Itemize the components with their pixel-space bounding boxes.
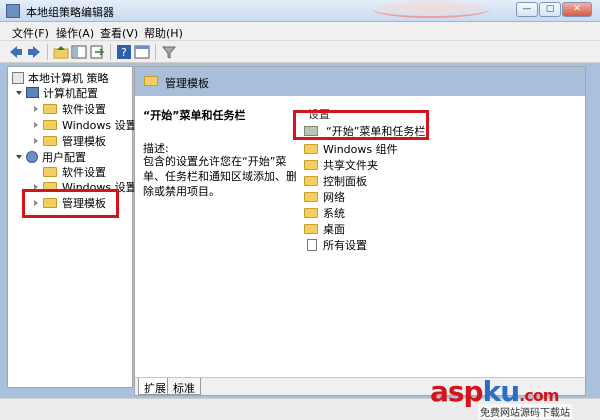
list-item-label: 共享文件夹 [323, 159, 378, 172]
tree-computer-software[interactable]: 软件设置 [34, 103, 106, 117]
expand-right-icon [34, 169, 38, 175]
folder-icon [144, 76, 158, 86]
list-item-all-settings[interactable]: 所有设置 [307, 239, 367, 253]
list-item-system[interactable]: 系统 [304, 207, 345, 221]
expand-right-icon[interactable] [34, 122, 38, 128]
section-header: 管理模板 [135, 67, 585, 96]
filter-icon[interactable] [161, 44, 177, 60]
tree-user-software[interactable]: 软件设置 [34, 166, 106, 180]
computer-icon [26, 87, 39, 98]
properties-icon[interactable] [134, 44, 150, 60]
watermark-asp: asp [430, 375, 484, 408]
highlight-box-user-admin-templates [22, 189, 119, 218]
tree-computer-config-label: 计算机配置 [43, 87, 98, 100]
toolbar-separator [110, 44, 111, 60]
folder-icon [304, 160, 318, 170]
expand-right-icon[interactable] [34, 106, 38, 112]
list-item-windows-components[interactable]: Windows 组件 [304, 143, 398, 157]
tree-user-config-label: 用户配置 [42, 151, 86, 164]
back-icon[interactable] [8, 44, 24, 60]
tree-item-label: 软件设置 [62, 103, 106, 116]
list-item-control-panel[interactable]: 控制面板 [304, 175, 367, 189]
watermark-subtitle: 免费网站源码下载站 [478, 404, 572, 419]
list-item-label: 控制面板 [323, 175, 367, 188]
menu-file[interactable]: 文件(F) [12, 25, 49, 41]
export-list-icon[interactable] [89, 44, 105, 60]
menu-help[interactable]: 帮助(H) [144, 25, 183, 41]
show-hide-tree-icon[interactable] [71, 44, 87, 60]
highlight-box-start-menu [293, 110, 429, 140]
menu-bar: 文件(F) 操作(A) 查看(V) 帮助(H) [0, 22, 600, 41]
tree-item-label: Windows 设置 [62, 119, 137, 132]
expand-down-icon[interactable] [16, 91, 22, 95]
tree-user-config[interactable]: 用户配置 [16, 151, 86, 165]
list-item-shared-folders[interactable]: 共享文件夹 [304, 159, 378, 173]
toolbar-separator [47, 44, 48, 60]
section-title: 管理模板 [165, 77, 209, 90]
help-icon[interactable]: ? [116, 44, 132, 60]
folder-icon [43, 104, 57, 114]
list-item-label: Windows 组件 [323, 143, 398, 156]
folder-icon [304, 192, 318, 202]
menu-view[interactable]: 查看(V) [100, 25, 138, 41]
list-item-label: 所有设置 [323, 239, 367, 252]
folder-icon [304, 144, 318, 154]
minimize-button[interactable]: — [516, 2, 538, 17]
watermark-suffix: .com [519, 386, 559, 405]
folder-icon [304, 208, 318, 218]
svg-text:?: ? [121, 46, 127, 59]
menu-action[interactable]: 操作(A) [56, 25, 94, 41]
list-item-label: 网络 [323, 191, 345, 204]
close-button[interactable]: ✕ [562, 2, 592, 17]
tree-computer-windows[interactable]: Windows 设置 [34, 119, 137, 133]
policy-icon [12, 72, 24, 84]
list-item-label: 系统 [323, 207, 345, 220]
expand-right-icon[interactable] [34, 138, 38, 144]
tree-pane: 本地计算机 策略 计算机配置 软件设置 Windows 设置 管理模板 用户配置… [7, 66, 137, 388]
list-item-network[interactable]: 网络 [304, 191, 345, 205]
tree-item-label: 管理模板 [62, 135, 106, 148]
settings-page-icon [307, 239, 317, 251]
folder-icon [43, 167, 57, 177]
description-text: 包含的设置允许您在“开始”菜单、任务栏和通知区域添加、删除或禁用项目。 [143, 155, 297, 198]
tree-computer-config[interactable]: 计算机配置 [16, 87, 98, 101]
list-item-desktop[interactable]: 桌面 [304, 223, 345, 237]
tree-computer-admin[interactable]: 管理模板 [34, 135, 106, 149]
tree-root-label: 本地计算机 策略 [28, 72, 109, 85]
forward-icon[interactable] [26, 44, 42, 60]
folder-icon [43, 120, 57, 130]
toolbar-separator [155, 44, 156, 60]
window-title: 本地组策略编辑器 [26, 6, 114, 19]
toolbar: ? [0, 41, 600, 63]
list-item-label: 桌面 [323, 223, 345, 236]
tree-root[interactable]: 本地计算机 策略 [12, 72, 109, 86]
folder-icon [304, 176, 318, 186]
folder-icon [43, 136, 57, 146]
up-folder-icon[interactable] [53, 44, 69, 60]
description-title: “开始”菜单和任务栏 [143, 109, 246, 122]
tree-item-label: 软件设置 [62, 166, 106, 179]
maximize-button[interactable]: ▢ [539, 2, 561, 17]
tab-standard[interactable]: 标准 [167, 378, 201, 395]
user-icon [26, 151, 38, 163]
folder-icon [304, 224, 318, 234]
blurred-overlay [372, 0, 490, 18]
app-icon [6, 4, 20, 18]
expand-down-icon[interactable] [16, 155, 22, 159]
title-bar: 本地组策略编辑器 — ▢ ✕ [0, 0, 600, 22]
